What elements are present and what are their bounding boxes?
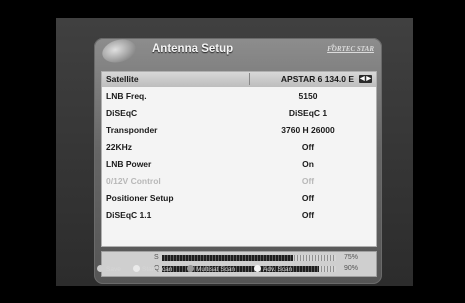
setting-label: LNB Freq.	[106, 91, 147, 101]
setting-label: Satellite	[106, 74, 139, 84]
panel-header: Antenna Setup ✦ FORTEC STAR	[94, 35, 382, 67]
start-scan-icon	[133, 265, 140, 272]
footer-hints: Save Start Scan Multisat Scan Adv. Scan	[97, 262, 382, 278]
antenna-setup-panel: Antenna Setup ✦ FORTEC STAR Satellite AP…	[94, 35, 382, 284]
setting-value: Off	[301, 176, 315, 186]
setting-label: 22KHz	[106, 142, 132, 152]
arrow-right-icon: ▶	[366, 76, 371, 82]
setting-label: DiSEqC	[106, 108, 138, 118]
setting-value: APSTAR 6 134.0 E	[280, 74, 354, 84]
setting-row-diseqc-1-1[interactable]: DiSEqC 1.1 Off	[102, 208, 376, 223]
save-label: Save	[106, 266, 121, 273]
setting-value: 5150	[298, 91, 318, 101]
setting-value: On	[302, 159, 314, 169]
setting-row-satellite[interactable]: Satellite APSTAR 6 134.0 E ◀ ▶	[102, 72, 376, 87]
multisat-scan-icon	[187, 265, 194, 272]
left-right-arrows-icon[interactable]: ◀ ▶	[359, 75, 372, 83]
adv-scan-icon	[254, 265, 261, 272]
satellite-dish-icon	[99, 35, 139, 67]
start-scan-label: Start Scan	[142, 266, 173, 273]
setting-value: Off	[301, 210, 315, 220]
page-title: Antenna Setup	[152, 43, 234, 55]
setting-value: 3760 H 26000	[281, 125, 335, 135]
setting-label: DiSEqC 1.1	[106, 210, 152, 220]
adv-scan-hint[interactable]: Adv. Scan	[254, 265, 292, 273]
signal-strength-bar	[162, 255, 336, 261]
adv-scan-label: Adv. Scan	[263, 266, 293, 273]
setting-row-positioner-setup[interactable]: Positioner Setup Off	[102, 191, 376, 206]
settings-list: Satellite APSTAR 6 134.0 E ◀ ▶ LNB Freq.…	[101, 71, 377, 247]
setting-value: Off	[301, 193, 315, 203]
signal-strength-label: S	[154, 254, 159, 261]
signal-strength-percent: 75%	[344, 254, 359, 261]
arrow-left-icon: ◀	[360, 76, 365, 82]
setting-label: Positioner Setup	[106, 193, 174, 203]
start-scan-hint[interactable]: Start Scan	[133, 265, 172, 273]
setting-row-lnb-freq[interactable]: LNB Freq. 5150	[102, 89, 376, 104]
setting-value: Off	[301, 142, 315, 152]
signal-strength-fill	[162, 255, 293, 261]
setting-row-lnb-power[interactable]: LNB Power On	[102, 157, 376, 172]
setting-label: LNB Power	[106, 159, 152, 169]
setting-label: Transponder	[106, 125, 158, 135]
brand-logo: FORTEC STAR	[327, 45, 374, 53]
setting-row-diseqc[interactable]: DiSEqC DiSEqC 1	[102, 106, 376, 121]
save-hint[interactable]: Save	[97, 265, 121, 273]
setting-row-transponder[interactable]: Transponder 3760 H 26000	[102, 123, 376, 138]
setting-row-22khz[interactable]: 22KHz Off	[102, 140, 376, 155]
setting-label: 0/12V Control	[106, 176, 161, 186]
setting-row-012v-control: 0/12V Control Off	[102, 174, 376, 189]
save-icon	[97, 265, 104, 272]
multisat-scan-hint[interactable]: Multisat Scan	[187, 265, 235, 273]
setting-value: DiSEqC 1	[288, 108, 328, 118]
multisat-scan-label: Multisat Scan	[196, 266, 236, 273]
